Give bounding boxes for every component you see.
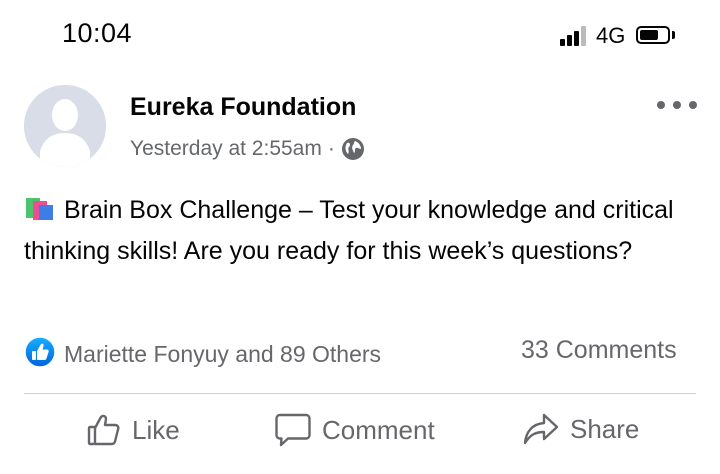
cellular-signal-icon [560, 26, 588, 46]
post-timestamp[interactable]: Yesterday at 2:55am [130, 137, 322, 161]
battery-tip [672, 31, 675, 39]
comment-button[interactable]: Comment [274, 412, 435, 448]
page-name[interactable]: Eureka Foundation [130, 93, 356, 122]
like-button[interactable]: Like [86, 412, 180, 448]
share-label: Share [570, 413, 640, 444]
status-time: 10:04 [62, 18, 133, 48]
reaction-summary[interactable]: Mariette Fonyuy and 89 Others [64, 341, 381, 368]
more-options-icon[interactable] [657, 95, 697, 115]
divider [24, 393, 696, 394]
comments-count[interactable]: 33 Comments [521, 336, 677, 365]
share-button[interactable]: Share [522, 412, 639, 446]
battery-icon [636, 26, 670, 44]
comment-bubble-icon [275, 413, 311, 447]
post-meta: Yesterday at 2:55am · [130, 137, 365, 161]
post-text: Brain Box Challenge – Test your knowledg… [24, 190, 694, 272]
page-avatar[interactable] [24, 85, 106, 167]
globe-icon[interactable] [341, 137, 365, 161]
default-profile-icon [24, 85, 106, 167]
network-type: 4G [596, 23, 626, 48]
books-emoji-icon [26, 198, 53, 220]
meta-separator: · [327, 137, 335, 160]
post-body: Brain Box Challenge – Test your knowledg… [24, 196, 674, 265]
like-label: Like [132, 414, 180, 445]
thumbs-up-icon [87, 414, 120, 446]
share-arrow-icon [523, 413, 559, 445]
like-reaction-icon[interactable] [24, 336, 56, 368]
comment-label: Comment [322, 414, 435, 445]
